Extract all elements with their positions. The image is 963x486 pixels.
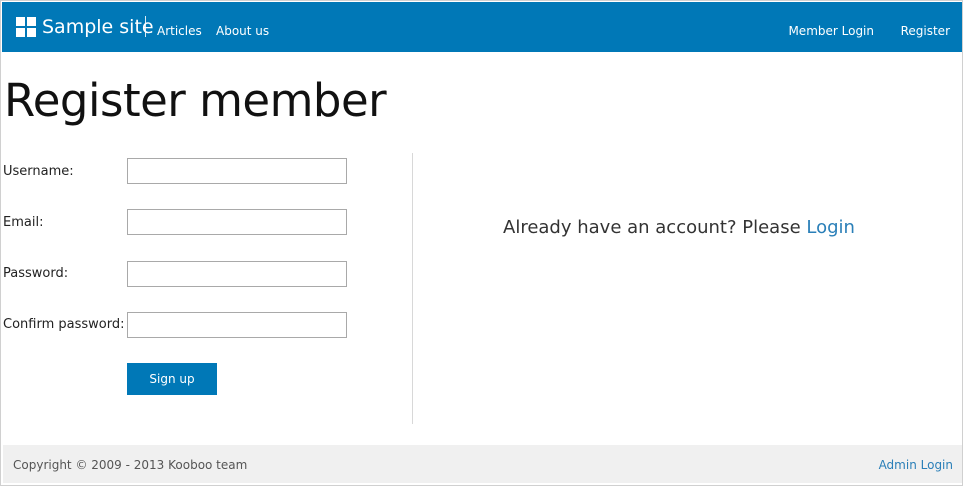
password-label: Password:	[3, 266, 69, 281]
footer: Copyright © 2009 - 2013 Kooboo team Admi…	[3, 445, 962, 483]
nav-link-register[interactable]: Register	[901, 23, 950, 39]
windows-grid-icon[interactable]	[16, 17, 36, 37]
top-navbar: Sample site Articles About us Member Log…	[2, 2, 962, 52]
site-brand-link[interactable]: Sample site	[42, 15, 154, 39]
brand-divider	[145, 16, 146, 37]
nav-link-articles[interactable]: Articles	[157, 23, 202, 39]
nav-link-member-login[interactable]: Member Login	[788, 23, 874, 39]
login-prompt-text: Already have an account? Please	[503, 217, 801, 238]
email-label: Email:	[3, 215, 44, 230]
confirm-password-input[interactable]	[127, 312, 347, 338]
password-input[interactable]	[127, 261, 347, 287]
copyright-text: Copyright © 2009 - 2013 Kooboo team	[13, 458, 248, 472]
browser-page: Sample site Articles About us Member Log…	[0, 0, 963, 486]
page-title: Register member	[4, 74, 387, 127]
admin-login-link[interactable]: Admin Login	[879, 457, 953, 473]
column-divider	[412, 153, 413, 424]
username-label: Username:	[3, 164, 74, 179]
login-prompt: Already have an account? Please Login	[503, 216, 855, 240]
nav-link-about-us[interactable]: About us	[216, 23, 269, 39]
confirm-password-label: Confirm password:	[3, 317, 125, 332]
sign-up-button[interactable]: Sign up	[127, 363, 217, 395]
login-link[interactable]: Login	[806, 217, 855, 238]
email-input[interactable]	[127, 209, 347, 235]
username-input[interactable]	[127, 158, 347, 184]
